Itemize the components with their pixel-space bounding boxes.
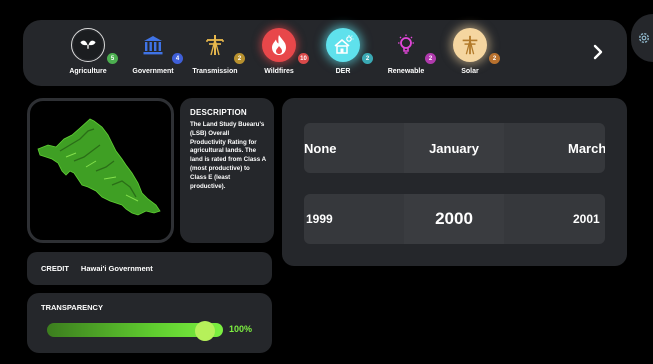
year-selector: 1999 2000 2001 — [304, 194, 605, 244]
month-selector: None January March — [304, 123, 605, 173]
category-transmission-label: Transmission — [192, 68, 238, 75]
map-thumbnail — [27, 98, 174, 243]
gear-icon — [638, 32, 650, 44]
solar-house-icon — [326, 28, 360, 62]
credit-panel: CREDIT Hawai'i Government — [27, 252, 272, 285]
category-renewable[interactable]: 2 Renewable — [371, 26, 441, 82]
year-option[interactable]: 2001 — [573, 194, 605, 244]
category-transmission[interactable]: 2 Transmission — [180, 26, 250, 82]
transmission-tower-icon — [198, 28, 232, 62]
category-solar-label: Solar — [461, 68, 479, 75]
category-wildfires-label: Wildfires — [264, 68, 294, 75]
category-solar[interactable]: 2 Solar — [435, 26, 505, 82]
year-option[interactable]: 1999 — [306, 194, 376, 244]
government-building-icon — [136, 28, 170, 62]
transparency-panel: TRANSPARENCY 100% — [27, 293, 272, 353]
category-wildfires[interactable]: 10 Wildfires — [244, 26, 314, 82]
date-picker: None January March 1999 2000 2001 — [282, 98, 627, 266]
category-agriculture-count: 5 — [107, 53, 118, 64]
description-title: DESCRIPTION — [190, 108, 247, 117]
category-government-label: Government — [132, 68, 174, 75]
month-option[interactable]: March — [568, 123, 605, 173]
category-der-label: DER — [335, 68, 351, 75]
lightbulb-icon — [389, 28, 423, 62]
category-renewable-label: Renewable — [387, 68, 425, 75]
category-agriculture-label: Agriculture — [69, 68, 107, 75]
description-body: The Land Study Buearu's (LSB) Overall Pr… — [190, 121, 266, 190]
category-bar: 5 Agriculture 4 Government 2 Transmissio… — [23, 20, 627, 86]
transmission-tower-icon — [453, 28, 487, 62]
leaf-icon — [71, 28, 105, 62]
month-option-selected[interactable]: January — [404, 123, 504, 173]
category-der[interactable]: 2 DER — [308, 26, 378, 82]
next-arrow-icon[interactable] — [590, 41, 606, 63]
transparency-label: TRANSPARENCY — [41, 303, 103, 312]
credit-label: CREDIT — [41, 264, 69, 273]
category-agriculture[interactable]: 5 Agriculture — [53, 26, 123, 82]
transparency-slider-thumb[interactable] — [195, 321, 216, 341]
year-option-selected[interactable]: 2000 — [404, 194, 504, 244]
transparency-value: 100% — [229, 324, 253, 334]
description-panel: DESCRIPTION The Land Study Buearu's (LSB… — [180, 98, 274, 243]
flame-icon — [262, 28, 296, 62]
app-root: 5 Agriculture 4 Government 2 Transmissio… — [0, 0, 653, 364]
category-solar-count: 2 — [489, 53, 500, 64]
month-option[interactable]: None — [304, 123, 374, 173]
category-government[interactable]: 4 Government — [118, 26, 188, 82]
credit-value: Hawai'i Government — [80, 264, 153, 273]
settings-tab[interactable] — [631, 14, 653, 62]
